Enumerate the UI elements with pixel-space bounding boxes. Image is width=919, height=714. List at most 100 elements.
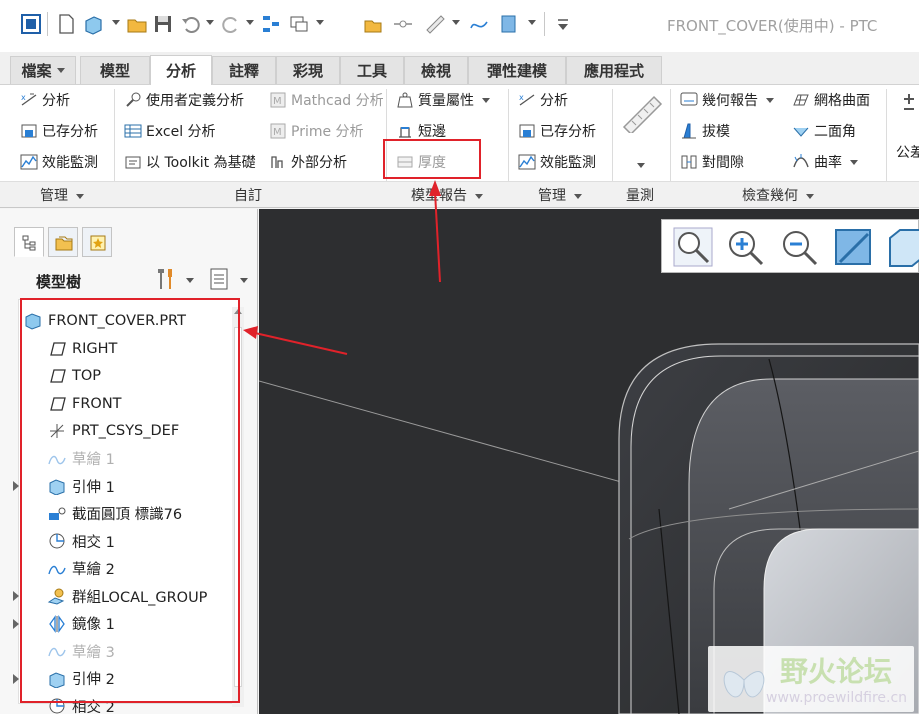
group-label-manage[interactable]: 管理 (40, 185, 84, 205)
save-icon[interactable] (152, 13, 174, 35)
draft-button[interactable]: 拔模 (680, 120, 730, 142)
tree-settings-icon[interactable] (154, 267, 176, 291)
dihedral-angle-button[interactable]: 二面角 (792, 120, 856, 142)
measure-dropdown-arrow[interactable] (637, 163, 645, 168)
mesh-surface-button[interactable]: 網格曲面 (792, 89, 870, 111)
tab-annotate[interactable]: 註釋 (212, 56, 276, 84)
tab-folder-browser[interactable] (48, 227, 78, 257)
tab-model[interactable]: 模型 (80, 56, 150, 84)
toolkit-icon (125, 156, 141, 169)
tab-analysis[interactable]: 分析 (150, 55, 212, 85)
external-analysis-icon (271, 156, 283, 168)
geometry-report-icon (680, 92, 698, 106)
draft-icon (682, 123, 696, 139)
svg-text:M: M (273, 127, 282, 138)
tab-tools[interactable]: 工具 (340, 56, 404, 84)
saved-orientations-icon[interactable] (884, 226, 919, 268)
mass-properties-icon (397, 92, 413, 108)
ribbon-tab-bar: 檔案 模型 分析 註釋 彩現 工具 檢視 彈性建模 應用程式 (0, 52, 919, 85)
datum-display-icon[interactable] (392, 13, 414, 35)
new-part-icon[interactable] (82, 13, 104, 35)
refit-zoom-icon[interactable] (672, 226, 714, 268)
performance-monitor-button[interactable]: 效能監測 (20, 151, 98, 173)
front-cover-model-render (259, 343, 919, 714)
prime-icon: M (270, 123, 286, 139)
appearance-icon[interactable] (498, 13, 520, 35)
model-tree-highlight-box (20, 298, 240, 703)
expand-arrow-icon[interactable] (13, 673, 19, 684)
group-label-manage-2[interactable]: 管理 (538, 185, 582, 205)
tab-applications[interactable]: 應用程式 (566, 56, 662, 84)
clearance-icon (681, 155, 697, 169)
sketch-display-icon[interactable] (468, 13, 490, 35)
user-defined-analysis-button[interactable]: 使用者定義分析 (124, 89, 244, 111)
external-analysis-button[interactable]: 外部分析 (269, 151, 347, 173)
folder-browser-icon (55, 236, 73, 251)
zoom-in-icon[interactable] (724, 226, 766, 268)
curvature-button[interactable]: 曲率 (792, 151, 858, 173)
toolkit-analysis-button[interactable]: 以 Toolkit 為基礎 (124, 151, 256, 173)
measure-ruler-icon[interactable] (620, 93, 664, 133)
clearance-button[interactable]: 對間隙 (680, 151, 744, 173)
tab-favorites[interactable] (82, 227, 112, 257)
dihedral-angle-icon (793, 127, 809, 137)
watermark-logo-icon (723, 671, 765, 698)
tree-columns-icon[interactable] (208, 267, 230, 291)
app-window-icon[interactable] (20, 13, 42, 35)
tolerance-label[interactable]: 公差 (896, 141, 919, 163)
model-tree-title: 模型樹 (36, 273, 82, 291)
thickness-highlight-box (383, 139, 481, 179)
mesh-surface-icon (793, 94, 809, 106)
open-folder-icon[interactable] (126, 13, 148, 35)
close-window-icon[interactable] (362, 13, 384, 35)
redo-icon[interactable] (220, 13, 242, 35)
group-label-inspect-geometry[interactable]: 檢查幾何 (742, 185, 814, 205)
analysis-icon: x (519, 93, 535, 106)
expand-arrow-icon[interactable] (13, 591, 19, 601)
repaint-icon[interactable] (832, 226, 874, 268)
user-defined-analysis-icon (126, 92, 141, 107)
windows-icon[interactable] (288, 13, 310, 35)
tab-view[interactable]: 檢視 (404, 56, 468, 84)
performance-monitor-icon (518, 154, 536, 170)
model-tree-icon (22, 235, 36, 251)
view-toolbar (661, 219, 919, 273)
excel-analysis-button[interactable]: Excel 分析 (124, 120, 216, 142)
saved-analysis-button[interactable]: 已存分析 (20, 120, 98, 142)
measure-ruler-icon[interactable] (424, 13, 446, 35)
tab-file[interactable]: 檔案 (10, 56, 76, 84)
tab-model-tree[interactable] (14, 227, 44, 257)
excel-analysis-icon (124, 124, 142, 138)
mass-properties-button[interactable]: 質量屬性 (396, 89, 490, 111)
svg-text:x: x (21, 93, 26, 102)
mathcad-analysis-button[interactable]: M Mathcad 分析 (269, 89, 384, 111)
group-label-custom: 自訂 (234, 188, 262, 204)
analysis-button-2[interactable]: x 分析 (518, 89, 568, 111)
tree-columns-dropdown[interactable] (240, 278, 248, 283)
performance-monitor-icon (20, 154, 38, 170)
prime-analysis-button[interactable]: M Prime 分析 (269, 120, 364, 142)
short-edge-icon (399, 127, 411, 138)
tab-render[interactable]: 彩現 (276, 56, 340, 84)
group-label-model-report[interactable]: 模型報告 (411, 185, 483, 205)
analysis-button[interactable]: x 分析 (20, 89, 70, 111)
analysis-icon: x (21, 93, 37, 106)
regenerate-icon[interactable] (260, 13, 282, 35)
tolerance-icon[interactable] (900, 93, 918, 117)
undo-icon[interactable] (180, 13, 202, 35)
tab-flexible-modeling[interactable]: 彈性建模 (468, 56, 566, 84)
svg-text:M: M (273, 96, 282, 107)
favorites-icon (90, 235, 106, 251)
window-title: FRONT_COVER(使用中) - PTC (667, 17, 878, 35)
customize-toolbar-icon[interactable] (552, 13, 574, 35)
new-file-icon[interactable] (55, 13, 77, 35)
performance-monitor-button-2[interactable]: 效能監測 (518, 151, 596, 173)
expand-arrow-icon[interactable] (13, 618, 19, 629)
tree-settings-dropdown[interactable] (186, 278, 194, 283)
saved-analysis-button-2[interactable]: 已存分析 (518, 120, 596, 142)
geometry-report-button[interactable]: 幾何報告 (680, 89, 774, 111)
graphics-viewport[interactable] (259, 209, 919, 714)
zoom-out-icon[interactable] (778, 226, 820, 268)
curvature-icon (793, 154, 809, 168)
expand-arrow-icon[interactable] (13, 481, 19, 491)
